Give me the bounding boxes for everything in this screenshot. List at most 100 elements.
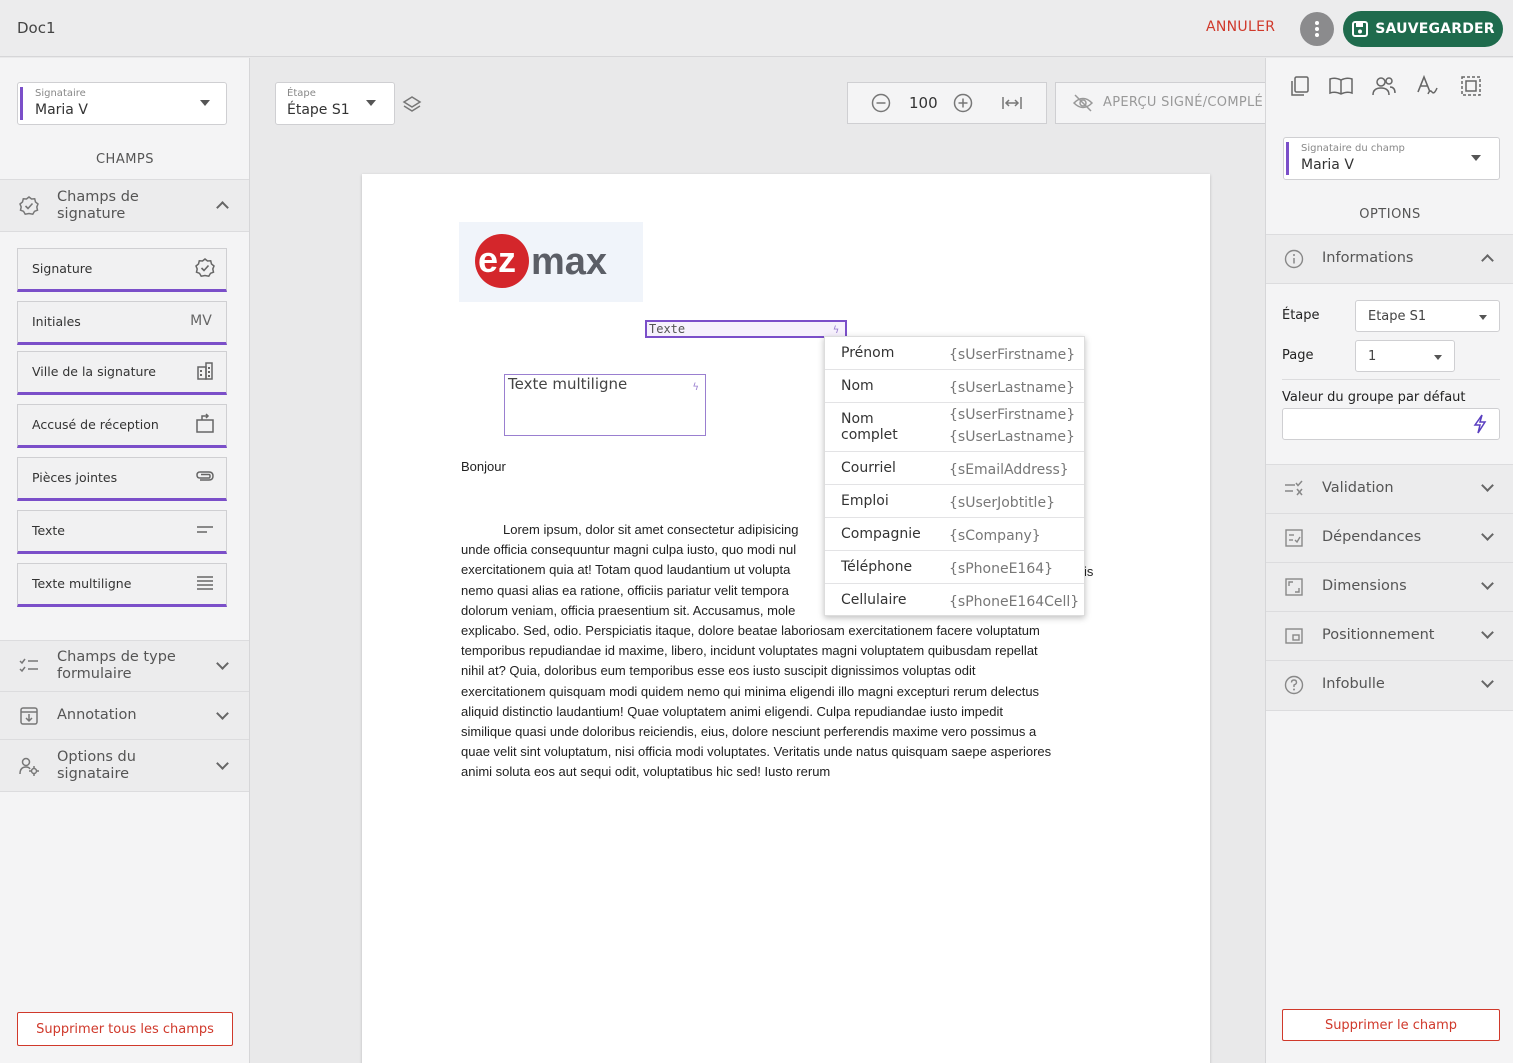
help-circle-icon	[1283, 674, 1305, 696]
accordion-signer-options-label: Options du signataire	[57, 749, 136, 783]
validation-icon	[1283, 478, 1305, 500]
initials-badge: MV	[190, 313, 212, 329]
dropdown-option-emploi[interactable]: Emploi {sUserJobtitle}	[825, 485, 1084, 518]
layers-icon[interactable]	[402, 95, 422, 119]
option-label: Nom	[841, 378, 874, 394]
chevron-up-icon	[216, 201, 229, 214]
accordion-signer-options[interactable]: Options du signataire	[0, 739, 249, 792]
delete-field-button[interactable]: Supprimer le champ	[1282, 1009, 1500, 1041]
field-item-label: Pièces jointes	[32, 470, 118, 485]
svg-text:ez: ez	[478, 239, 516, 280]
chevron-down-icon	[1481, 626, 1494, 639]
field-item-initiales[interactable]: Initiales MV	[17, 301, 227, 345]
signer-select-label: Signataire	[35, 88, 86, 99]
checklist-icon	[18, 655, 40, 677]
step-field-select[interactable]: Etape S1	[1355, 300, 1500, 332]
copy-icon[interactable]	[1289, 75, 1311, 101]
accordion-label-line1: Champs de type	[57, 649, 176, 665]
field-signer-select[interactable]: Signataire du champ Maria V	[1283, 137, 1500, 180]
step-field-value: Etape S1	[1368, 309, 1427, 324]
option-variable: {sPhoneE164}	[949, 561, 1054, 577]
placed-text-field[interactable]: Texte ϟ	[645, 320, 847, 338]
zoom-in-icon[interactable]	[953, 93, 973, 117]
zoom-value[interactable]: 100	[909, 94, 938, 112]
receipt-ack-icon	[194, 413, 216, 435]
accordion-infobulle[interactable]: Infobulle	[1266, 660, 1513, 711]
more-vertical-icon	[1315, 21, 1319, 37]
signer-select[interactable]: Signataire Maria V	[17, 82, 227, 125]
document-page: ez max Texte ϟ Texte multiligne ϟ Bonjou…	[362, 174, 1210, 1063]
signer-color-bar	[20, 87, 23, 120]
field-item-ville[interactable]: Ville de la signature	[17, 351, 227, 395]
accordion-signature-fields[interactable]: Champs de signature	[0, 179, 249, 231]
accordion-dimensions[interactable]: Dimensions	[1266, 562, 1513, 611]
accordion-label-line1: Options du	[57, 749, 136, 765]
divider	[0, 231, 249, 232]
dropdown-option-courriel[interactable]: Courriel {sEmailAddress}	[825, 452, 1084, 485]
zoom-out-icon[interactable]	[871, 93, 891, 117]
dropdown-option-cellulaire[interactable]: Cellulaire {sPhoneE164Cell}	[825, 584, 1084, 617]
option-variable: {sUserLastname}	[949, 380, 1075, 396]
zoom-controls: 100	[847, 82, 1047, 124]
dropdown-option-nom-complet[interactable]: Nom complet {sUserFirstname} {sUserLastn…	[825, 403, 1084, 452]
placed-multiline-field[interactable]: Texte multiligne ϟ	[504, 374, 706, 436]
chevron-down-icon	[1479, 315, 1487, 320]
paperclip-icon	[194, 466, 216, 488]
accordion-label-line2: signataire	[57, 766, 130, 782]
more-options-button[interactable]	[1300, 12, 1334, 46]
field-item-label: Signature	[32, 261, 93, 276]
step-select[interactable]: Étape Étape S1	[275, 82, 395, 125]
accordion-informations-label: Informations	[1322, 250, 1414, 266]
option-variable: {sUserJobtitle}	[949, 495, 1055, 511]
select-all-icon[interactable]	[1460, 75, 1482, 101]
chevron-down-icon	[1434, 355, 1442, 360]
delete-all-fields-button[interactable]: Supprimer tous les champs	[17, 1012, 233, 1046]
option-label: Nom complet	[841, 411, 898, 443]
field-item-label: Initiales	[32, 314, 81, 329]
svg-text:max: max	[531, 241, 607, 283]
verified-badge-icon	[18, 195, 40, 217]
save-button[interactable]: SAUVEGARDER	[1343, 11, 1503, 47]
page-field-select[interactable]: 1	[1355, 340, 1455, 372]
option-variable: {sUserFirstname} {sUserLastname}	[949, 407, 1076, 445]
field-item-pieces-jointes[interactable]: Pièces jointes	[17, 457, 227, 501]
placed-text-field-label: Texte	[649, 322, 686, 336]
accordion-informations[interactable]: Informations	[1266, 234, 1513, 284]
step-select-value: Étape S1	[287, 102, 350, 118]
user-settings-icon	[18, 755, 40, 777]
dropdown-option-telephone[interactable]: Téléphone {sPhoneE164}	[825, 551, 1084, 584]
option-variable: {sEmailAddress}	[949, 462, 1069, 478]
options-section-title: OPTIONS	[1359, 207, 1421, 222]
field-item-signature[interactable]: Signature	[17, 248, 227, 292]
accordion-validation[interactable]: Validation	[1266, 464, 1513, 513]
accordion-annotation[interactable]: Annotation	[0, 691, 249, 739]
dropdown-option-compagnie[interactable]: Compagnie {sCompany}	[825, 518, 1084, 551]
lightning-icon[interactable]	[1473, 414, 1487, 438]
field-item-texte[interactable]: Texte	[17, 510, 227, 554]
dropdown-option-prenom[interactable]: Prénom {sUserFirstname}	[825, 337, 1084, 370]
page-field-value: 1	[1368, 349, 1377, 364]
accordion-form-fields[interactable]: Champs de type formulaire	[0, 640, 249, 691]
cancel-button[interactable]: ANNULER	[1206, 19, 1275, 35]
accordion-positionnement[interactable]: Positionnement	[1266, 611, 1513, 660]
body-line: quae velit sint voluptatum, nisi officia…	[461, 744, 1052, 760]
option-label: Prénom	[841, 345, 895, 361]
users-icon[interactable]	[1371, 75, 1397, 101]
option-label: Cellulaire	[841, 592, 907, 608]
field-item-texte-multiligne[interactable]: Texte multiligne	[17, 563, 227, 607]
option-variable: {sPhoneE164Cell}	[949, 594, 1080, 610]
text-style-icon[interactable]	[1415, 74, 1439, 102]
dependencies-icon	[1283, 527, 1305, 549]
annotation-icon	[18, 705, 40, 727]
signed-preview-button[interactable]: APERÇU SIGNÉ/COMPLÉ	[1055, 82, 1269, 124]
fit-width-icon[interactable]	[1001, 94, 1023, 116]
accordion-infobulle-label: Infobulle	[1322, 676, 1385, 692]
field-item-accuse[interactable]: Accusé de réception	[17, 404, 227, 448]
accordion-dependances[interactable]: Dépendances	[1266, 513, 1513, 562]
document-greeting: Bonjour	[461, 459, 506, 474]
dropdown-option-nom[interactable]: Nom {sUserLastname}	[825, 370, 1084, 403]
floppy-disk-icon	[1352, 21, 1369, 37]
book-open-icon[interactable]	[1328, 75, 1354, 101]
accordion-validation-label: Validation	[1322, 480, 1394, 496]
default-group-value-input[interactable]	[1282, 408, 1500, 440]
